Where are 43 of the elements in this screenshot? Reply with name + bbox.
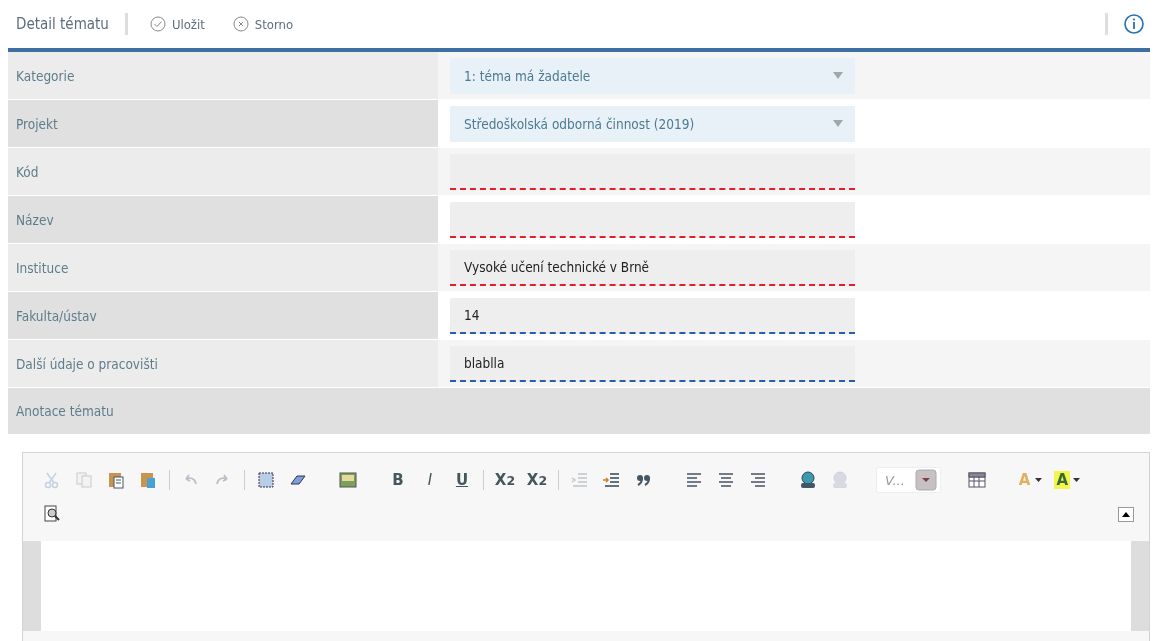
- outdent-icon: [570, 470, 590, 490]
- close-circle-icon: [232, 16, 249, 32]
- underline-button[interactable]: U: [448, 467, 476, 493]
- input-field[interactable]: Vysoké učení technické v Brně: [450, 249, 855, 286]
- caret-icon: [1035, 477, 1043, 483]
- clipboard-icon: [106, 470, 126, 490]
- field-label: Instituce: [8, 244, 438, 291]
- dropdown-arrow-icon: [833, 72, 843, 79]
- align-right-icon: [748, 470, 768, 490]
- collapse-toolbar-button[interactable]: [1118, 506, 1134, 522]
- field-label: Kategorie: [8, 52, 438, 99]
- field-label: Název: [8, 196, 438, 243]
- clipboard-icon: [138, 470, 158, 490]
- align-left-icon: [684, 470, 704, 490]
- check-circle-icon: [149, 16, 166, 32]
- save-button[interactable]: Uložit: [143, 16, 211, 32]
- table-icon: [966, 470, 987, 490]
- field-label: Projekt: [8, 100, 438, 147]
- info-icon[interactable]: [1124, 14, 1144, 34]
- image-icon: [338, 470, 358, 490]
- caret-up-icon: [1122, 511, 1130, 517]
- indent-icon: [602, 470, 622, 490]
- input-field[interactable]: blablla: [450, 345, 855, 382]
- select-all-icon: [256, 470, 276, 490]
- input-field[interactable]: [450, 201, 855, 238]
- field-label: Fakulta/ústav: [8, 292, 438, 339]
- input-field[interactable]: 14: [450, 297, 855, 334]
- page-title: Detail tématu: [15, 15, 109, 33]
- document-magnifier-icon: [42, 504, 62, 524]
- field-label: Další údaje o pracovišti: [8, 340, 438, 387]
- select-field[interactable]: 1: téma má žadatele: [450, 57, 855, 94]
- align-center-icon: [716, 470, 736, 490]
- copy-icon: [74, 470, 94, 490]
- input-field[interactable]: [450, 153, 855, 190]
- caret-icon: [1073, 477, 1081, 483]
- select-field[interactable]: Středoškolská odborná činnost (2019): [450, 105, 855, 142]
- bold-button[interactable]: B: [384, 467, 412, 493]
- dropdown-arrow-icon: [833, 120, 843, 127]
- cancel-button[interactable]: Storno: [226, 16, 300, 32]
- field-label: Kód: [8, 148, 438, 195]
- italic-button[interactable]: I: [416, 467, 444, 493]
- highlight-color-button[interactable]: A: [1050, 471, 1085, 489]
- field-label: Anotace tématu: [15, 403, 114, 419]
